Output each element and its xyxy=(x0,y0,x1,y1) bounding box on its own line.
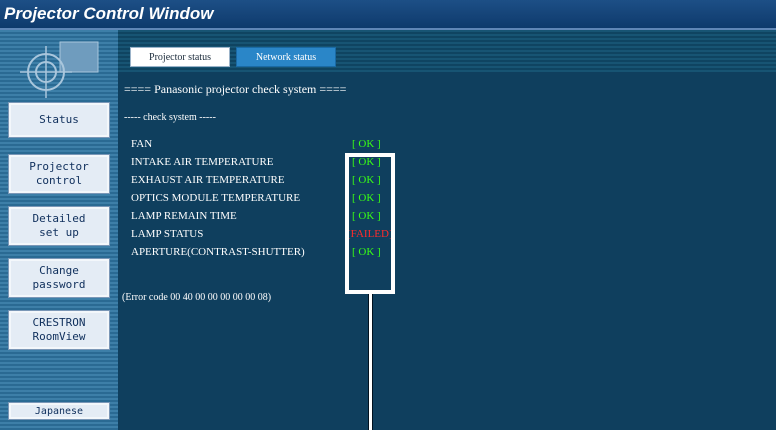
item-label: FAN xyxy=(131,138,153,150)
status-highlight-box xyxy=(345,153,395,294)
window-title: Projector Control Window xyxy=(4,4,214,23)
tab-network-status[interactable]: Network status xyxy=(236,47,336,67)
title-bar: Projector Control Window xyxy=(0,0,776,30)
item-label: OPTICS MODULE TEMPERATURE xyxy=(131,192,301,204)
item-label: LAMP STATUS xyxy=(131,228,204,240)
main-panel: Projector status Network status ==== Pan… xyxy=(118,30,776,430)
callout-line xyxy=(369,294,372,430)
status-content: ==== Panasonic projector check system ==… xyxy=(118,72,776,430)
sidebar: Status Projector control Detailed set up… xyxy=(0,30,118,430)
detailed-setup-button[interactable]: Detailed set up xyxy=(8,206,110,246)
item-label: LAMP REMAIN TIME xyxy=(131,210,237,222)
status-button[interactable]: Status xyxy=(8,102,110,138)
projector-logo-icon xyxy=(20,36,100,100)
change-password-button[interactable]: Change password xyxy=(8,258,110,298)
check-system-header: ==== Panasonic projector check system ==… xyxy=(124,82,347,96)
projector-control-button[interactable]: Projector control xyxy=(8,154,110,194)
error-code: (Error code 00 40 00 00 00 00 00 08) xyxy=(122,292,272,303)
tab-projector-status[interactable]: Projector status xyxy=(130,47,230,67)
item-label: INTAKE AIR TEMPERATURE xyxy=(131,156,274,168)
item-label: APERTURE(CONTRAST-SHUTTER) xyxy=(131,246,305,258)
japanese-language-button[interactable]: Japanese xyxy=(8,402,110,420)
tab-bar: Projector status Network status xyxy=(118,30,776,72)
check-system-subheader: ----- check system ----- xyxy=(124,112,216,123)
item-label: EXHAUST AIR TEMPERATURE xyxy=(131,174,285,186)
crestron-roomview-button[interactable]: CRESTRON RoomView xyxy=(8,310,110,350)
item-status: [ OK ] xyxy=(352,138,381,150)
